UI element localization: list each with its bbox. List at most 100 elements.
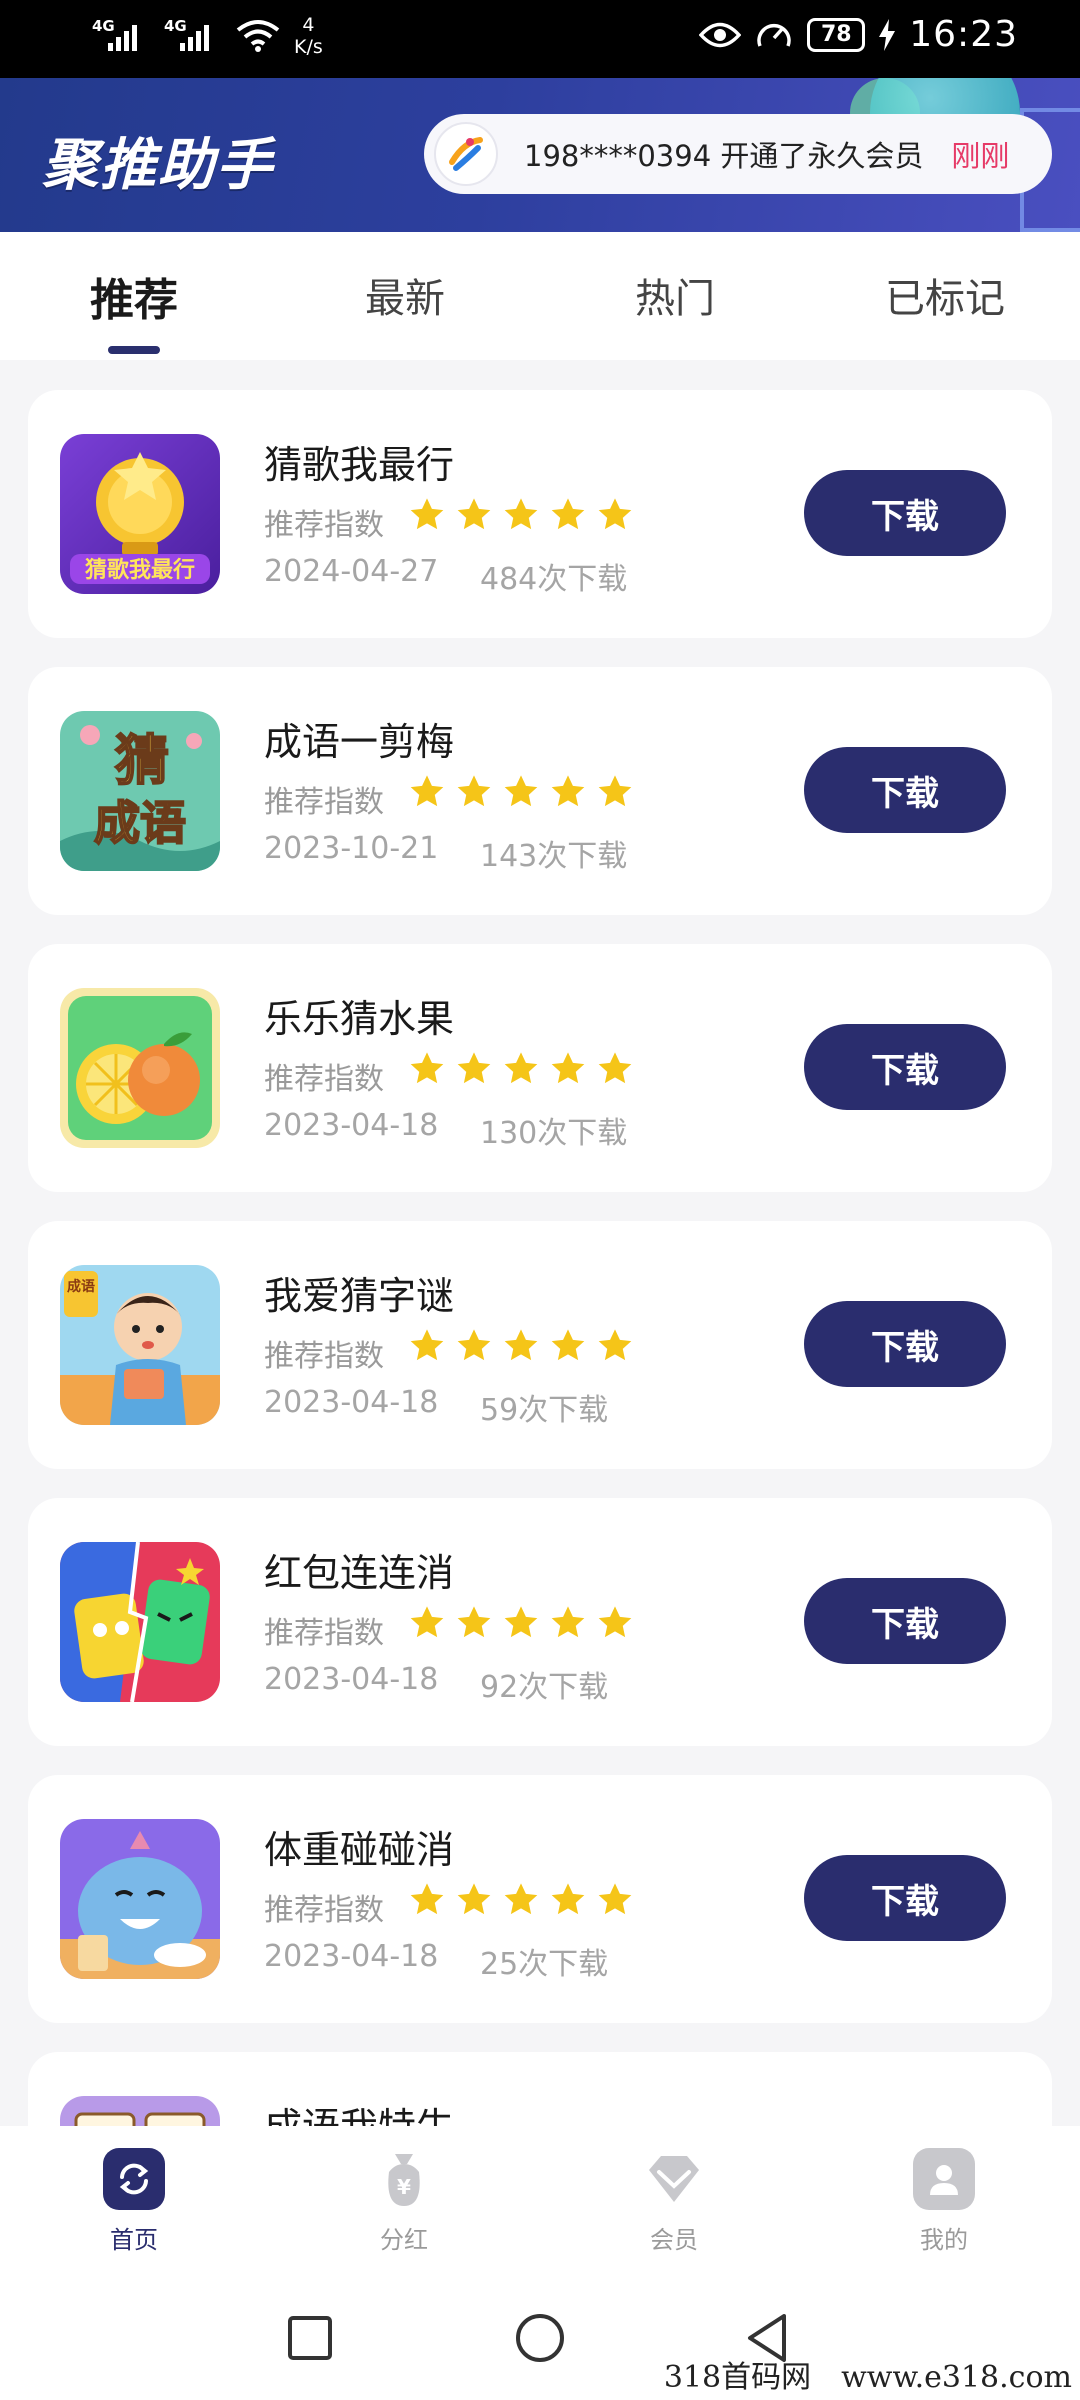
download-count: 143次下载 [480, 839, 628, 874]
star-icon [410, 1883, 444, 1915]
release-date: 2023-04-18 [264, 1108, 439, 1143]
tab-latest[interactable]: 最新 [305, 266, 505, 324]
star-icon [410, 1329, 444, 1361]
rating-label: 推荐指数 [264, 1339, 384, 1374]
svg-text:¥: ¥ [397, 2175, 411, 2199]
tab-hot[interactable]: 热门 [575, 266, 775, 324]
network-speed: 4 K/s [294, 14, 323, 58]
star-icon [504, 1606, 538, 1638]
star-rating [408, 1327, 634, 1365]
rating-label: 推荐指数 [264, 785, 384, 820]
recent-apps-icon[interactable] [282, 2310, 338, 2366]
tab-recommend[interactable]: 推荐 [34, 264, 234, 328]
status-bar: 4G 4G 4 K/s 78 16:23 [0, 0, 1080, 78]
svg-text:猜: 猜 [115, 729, 169, 792]
star-icon [504, 1052, 538, 1084]
user-icon [913, 2148, 975, 2210]
rating-label: 推荐指数 [264, 1893, 384, 1928]
home-icon [103, 2148, 165, 2210]
game-thumbnail [60, 988, 220, 1148]
list-item[interactable]: 猜歌我最行 猜歌我最行 推荐指数 2024-04-27 484次下载 下载 [28, 390, 1052, 638]
tab-marked[interactable]: 已标记 [845, 266, 1045, 324]
game-name: 我爱猜字谜 [264, 1274, 455, 1318]
notice-time: 刚刚 [951, 139, 1010, 173]
member-notice[interactable]: 198****0394 开通了永久会员 刚刚 [424, 114, 1052, 194]
star-icon [598, 1883, 632, 1915]
svg-text:成语: 成语 [67, 1278, 95, 1295]
diamond-icon [643, 2148, 705, 2210]
star-icon [504, 775, 538, 807]
star-icon [410, 498, 444, 530]
system-navigation-bar: 318首码网 www.e318.com [0, 2276, 1080, 2400]
download-count: 25次下载 [480, 1947, 609, 1982]
star-icon [598, 498, 632, 530]
star-icon [457, 1883, 491, 1915]
star-icon [410, 775, 444, 807]
bottom-navigation: 首页 ¥ 分红 会员 我的 [0, 2126, 1080, 2276]
nav-mine[interactable]: 我的 [874, 2148, 1014, 2255]
star-icon [504, 1883, 538, 1915]
download-button[interactable]: 下载 [804, 1578, 1006, 1664]
list-item[interactable]: 成语 我爱猜字谜 推荐指数 2023-04-18 59次下载 下载 [28, 1221, 1052, 1469]
game-name: 体重碰碰消 [264, 1828, 455, 1872]
download-button[interactable]: 下载 [804, 1301, 1006, 1387]
money-bag-icon: ¥ [373, 2148, 435, 2210]
star-icon [551, 1052, 585, 1084]
list-item[interactable]: 红包连连消 推荐指数 2023-04-18 92次下载 下载 [28, 1498, 1052, 1746]
download-button[interactable]: 下载 [804, 1855, 1006, 1941]
list-item[interactable]: 体重碰碰消 推荐指数 2023-04-18 25次下载 下载 [28, 1775, 1052, 2023]
star-icon [410, 1606, 444, 1638]
rating-label: 推荐指数 [264, 1062, 384, 1097]
star-icon [457, 498, 491, 530]
nav-home[interactable]: 首页 [64, 2148, 204, 2255]
star-icon [457, 1606, 491, 1638]
game-thumbnail [60, 1542, 220, 1702]
star-icon [457, 775, 491, 807]
game-thumbnail: 成语 [60, 1265, 220, 1425]
svg-text:猜歌我最行: 猜歌我最行 [84, 557, 195, 583]
nav-label: 分红 [380, 2226, 428, 2254]
star-rating [408, 496, 634, 534]
star-icon [551, 775, 585, 807]
charging-bolt-icon [879, 18, 896, 51]
star-icon [551, 1883, 585, 1915]
star-icon [504, 1329, 538, 1361]
speedometer-icon [757, 23, 791, 47]
app-logo-icon [434, 122, 498, 186]
watermark: 318首码网 www.e318.com [663, 2360, 1072, 2395]
game-thumbnail [60, 1819, 220, 1979]
download-button[interactable]: 下载 [804, 470, 1006, 556]
download-button[interactable]: 下载 [804, 747, 1006, 833]
download-button[interactable]: 下载 [804, 1024, 1006, 1110]
notice-text: 198****0394 开通了永久会员 [524, 139, 924, 173]
wifi-icon [236, 20, 280, 52]
game-name: 成语我特牛 [264, 2096, 454, 2126]
release-date: 2023-04-18 [264, 1939, 439, 1974]
game-thumbnail [60, 2096, 220, 2126]
active-tab-indicator [108, 346, 160, 354]
game-thumbnail: 猜 成语 [60, 711, 220, 871]
release-date: 2023-04-18 [264, 1662, 439, 1697]
list-item[interactable]: 猜 成语 成语一剪梅 推荐指数 2023-10-21 143次下载 下载 [28, 667, 1052, 915]
nav-member[interactable]: 会员 [604, 2148, 744, 2255]
star-icon [551, 1329, 585, 1361]
game-name: 成语一剪梅 [264, 720, 455, 764]
star-rating [408, 1881, 634, 1919]
star-icon [457, 1052, 491, 1084]
list-item[interactable]: 乐乐猜水果 推荐指数 2023-04-18 130次下载 下载 [28, 944, 1052, 1192]
download-count: 59次下载 [480, 1393, 609, 1428]
star-rating [408, 773, 634, 811]
star-icon [457, 1329, 491, 1361]
star-icon [598, 775, 632, 807]
list-item[interactable]: 成语我特牛 [28, 2052, 1052, 2126]
download-count: 92次下载 [480, 1670, 609, 1705]
rating-label: 推荐指数 [264, 508, 384, 543]
star-icon [598, 1606, 632, 1638]
download-count: 130次下载 [480, 1116, 628, 1151]
home-button-icon[interactable] [512, 2310, 568, 2366]
app-header: 聚推助手 198****0394 开通了永久会员 刚刚 [0, 78, 1080, 232]
battery-indicator: 78 [807, 17, 866, 52]
release-date: 2023-04-18 [264, 1385, 439, 1420]
nav-dividend[interactable]: ¥ 分红 [334, 2148, 474, 2255]
star-icon [551, 1606, 585, 1638]
